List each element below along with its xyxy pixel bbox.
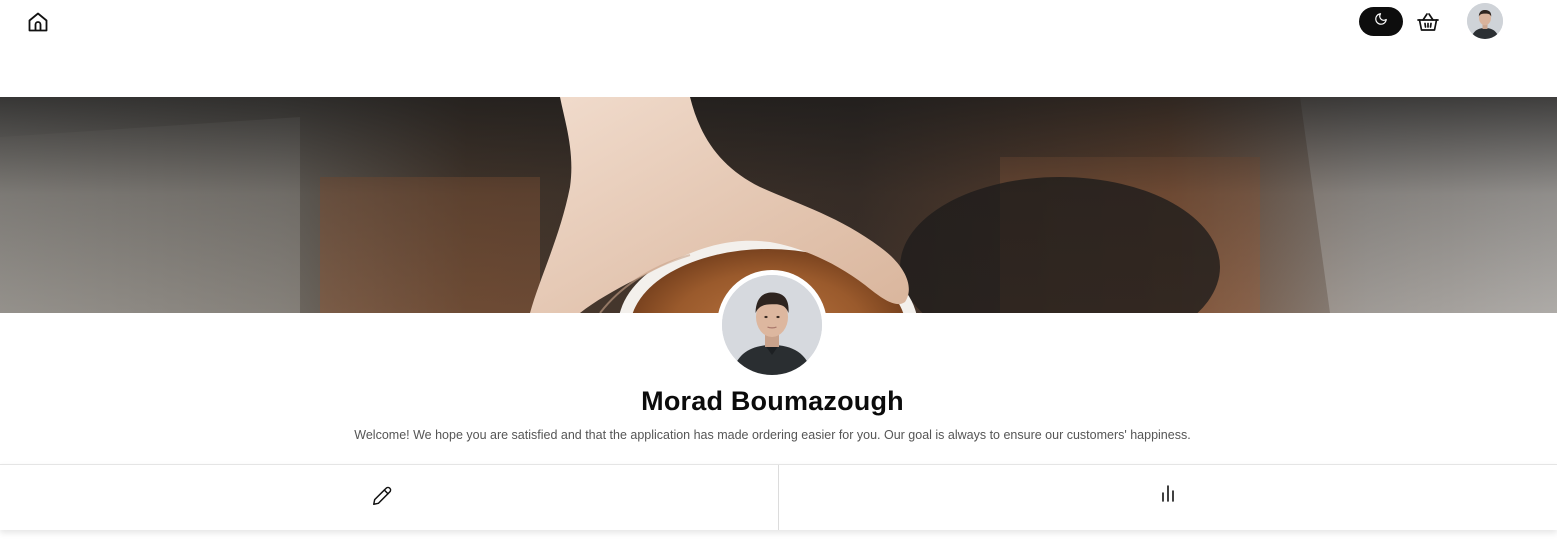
- profile-name: Morad Boumazough: [641, 386, 904, 416]
- pencil-icon: [372, 483, 393, 512]
- profile-bio: Welcome! We hope you are satisfied and t…: [354, 428, 1191, 442]
- basket-icon[interactable]: [1416, 11, 1440, 33]
- theme-toggle-button[interactable]: [1359, 7, 1403, 36]
- profile-avatar: [717, 270, 827, 380]
- tab-edit-profile[interactable]: [0, 465, 778, 530]
- top-navbar: [0, 0, 1557, 44]
- bar-chart-icon: [1161, 484, 1176, 507]
- home-icon[interactable]: [26, 10, 50, 34]
- profile-tabs: [0, 464, 1557, 530]
- moon-icon: [1374, 12, 1388, 31]
- nav-user-avatar[interactable]: [1467, 3, 1503, 39]
- tab-statistics[interactable]: [778, 465, 1557, 530]
